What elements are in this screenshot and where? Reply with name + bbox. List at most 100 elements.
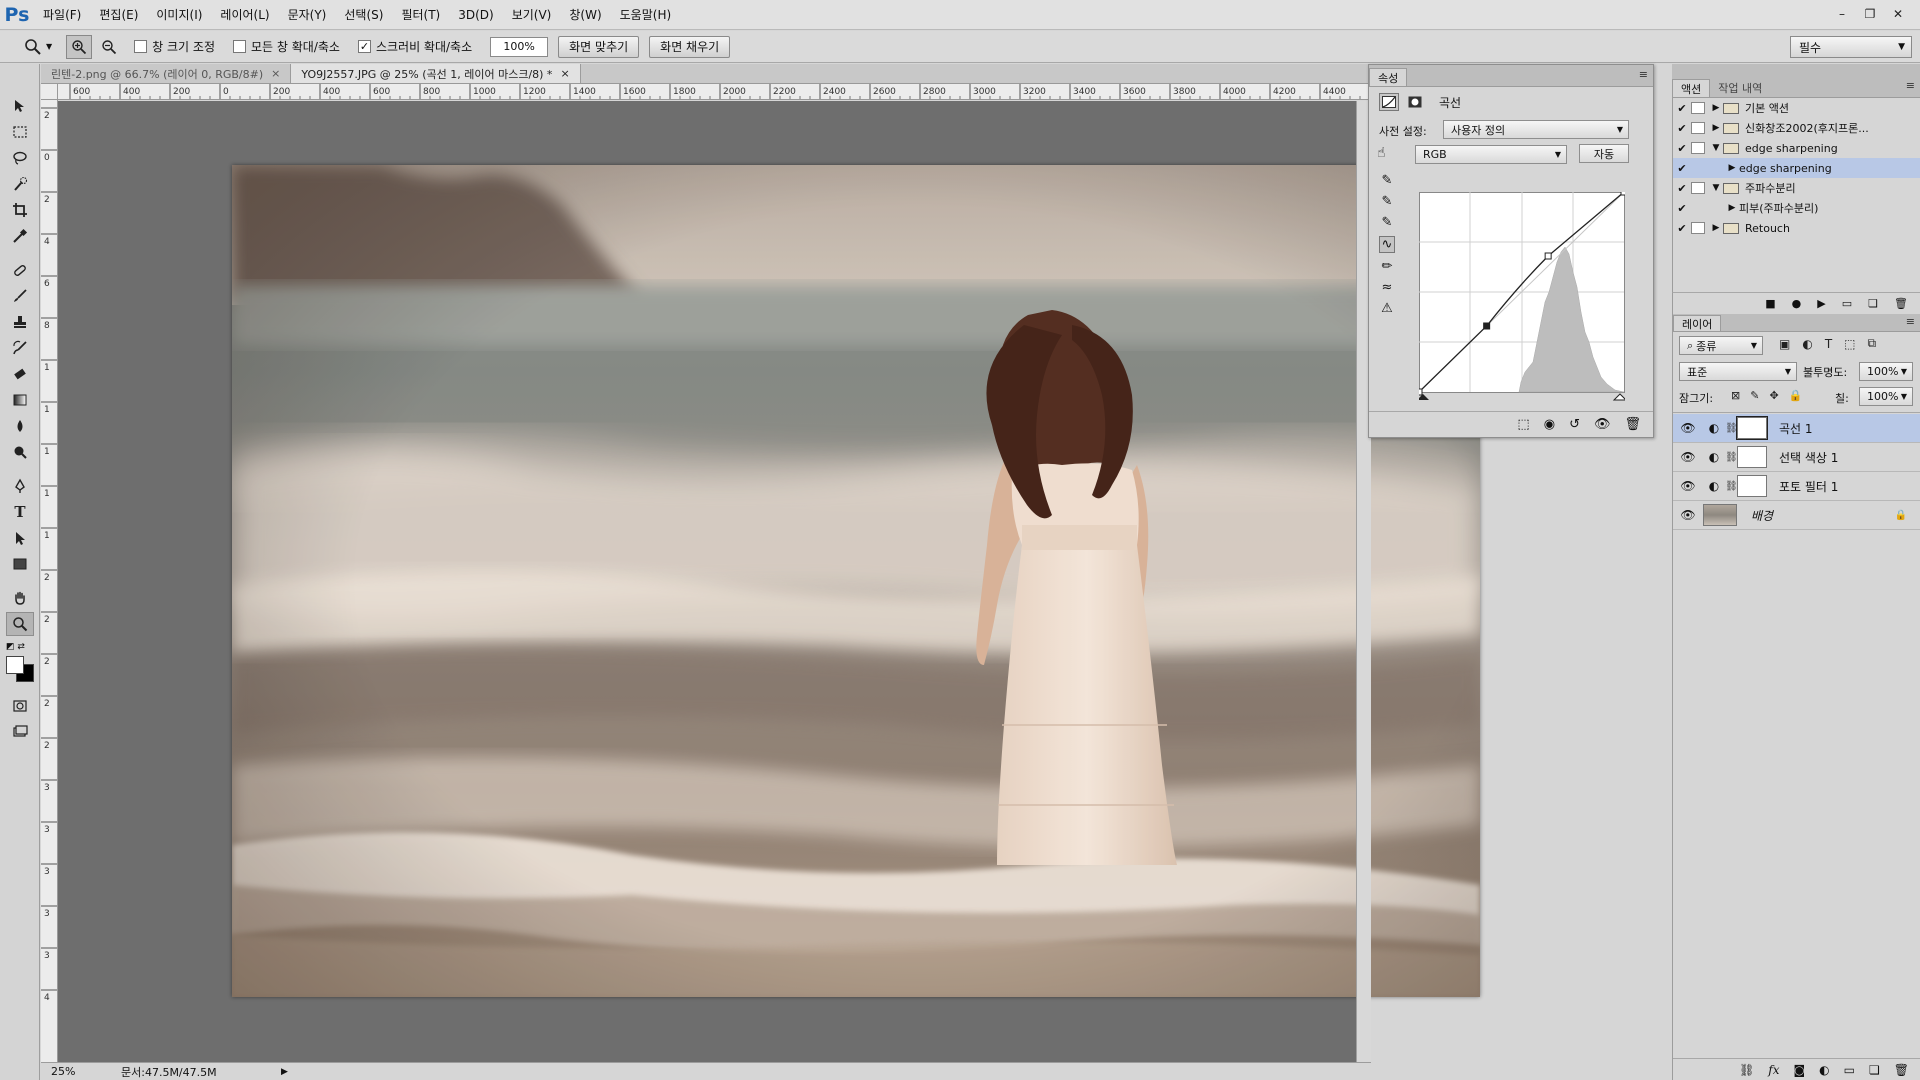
history-brush-tool-icon[interactable] [6, 336, 34, 360]
document-tab-2[interactable]: YO9J2557.JPG @ 25% (곡선 1, 레이어 마스크/8) * × [291, 64, 581, 83]
healing-brush-tool-icon[interactable] [6, 258, 34, 282]
smooth-curve-icon[interactable]: ≈ [1382, 280, 1393, 295]
zoom-out-icon[interactable] [96, 35, 122, 59]
hand-tool-icon[interactable] [6, 586, 34, 610]
status-menu-arrow-icon[interactable]: ▶ [281, 1067, 288, 1077]
collapse-triangle-icon[interactable]: ▼ [1709, 143, 1723, 153]
filter-kind-select[interactable]: ⌕ 종류 ▼ [1679, 336, 1763, 355]
record-icon[interactable]: ● [1792, 297, 1802, 310]
adjustment-layer-icon[interactable]: ◐ [1703, 421, 1725, 435]
adjustment-icon[interactable]: ◐ [1819, 1063, 1829, 1077]
curve-control-point[interactable] [1419, 388, 1423, 396]
zoom-percent-field[interactable]: 100% [490, 36, 549, 57]
action-toggle-checkbox[interactable]: ✔ [1673, 182, 1691, 195]
dodge-tool-icon[interactable] [6, 440, 34, 464]
brush-tool-icon[interactable] [6, 284, 34, 308]
zoom-tool-preset-icon[interactable] [20, 35, 46, 59]
menu-file[interactable]: 파일(F) [34, 0, 90, 30]
zoom-tool-icon[interactable] [6, 612, 34, 636]
preset-select[interactable]: 사용자 정의 ▼ [1443, 120, 1629, 139]
play-icon[interactable]: ▶ [1817, 297, 1825, 310]
layer-row[interactable]: 👁 ◐ ⛓ 선택 색상 1 [1673, 443, 1920, 472]
tab-properties[interactable]: 속성 [1369, 68, 1408, 86]
group-icon[interactable]: ▭ [1844, 1063, 1855, 1077]
menu-view[interactable]: 보기(V) [503, 0, 561, 30]
menu-3d[interactable]: 3D(D) [449, 0, 502, 30]
adjustment-layer-icon[interactable]: ◐ [1703, 479, 1725, 493]
menu-layer[interactable]: 레이어(L) [211, 0, 278, 30]
layer-name[interactable]: 배경 [1751, 507, 1895, 524]
lock-transparency-icon[interactable]: ⊠ [1731, 389, 1740, 402]
tab-layers[interactable]: 레이어 [1673, 315, 1722, 331]
layer-mask-thumbnail[interactable] [1737, 475, 1767, 497]
curve-control-point[interactable] [1544, 252, 1552, 260]
layer-visibility-eye-icon[interactable]: 👁 [1673, 508, 1703, 522]
new-set-icon[interactable]: ▭ [1842, 297, 1852, 310]
reset-icon[interactable]: ↺ [1569, 417, 1580, 432]
zoom-in-icon[interactable] [66, 34, 93, 59]
lasso-tool-icon[interactable] [6, 146, 34, 170]
layer-visibility-eye-icon[interactable]: 👁 [1673, 479, 1703, 493]
pen-tool-icon[interactable] [6, 474, 34, 498]
layer-mask-thumbnail[interactable] [1736, 416, 1768, 440]
expand-triangle-icon[interactable]: ▶ [1709, 103, 1723, 113]
menu-filter[interactable]: 필터(T) [392, 0, 449, 30]
layer-thumbnail[interactable] [1703, 504, 1737, 526]
action-toggle-checkbox[interactable]: ✔ [1673, 122, 1691, 135]
dialog-toggle-box[interactable] [1691, 122, 1705, 134]
action-toggle-checkbox[interactable]: ✔ [1673, 202, 1691, 215]
eyedropper-tool-icon[interactable] [6, 224, 34, 248]
panel-menu-icon[interactable]: ≡ [1906, 79, 1915, 92]
zoom-level-readout[interactable]: 25% [41, 1065, 91, 1078]
path-selection-tool-icon[interactable] [6, 526, 34, 550]
minimize-button[interactable]: – [1830, 3, 1854, 25]
filter-type-icon[interactable]: T [1825, 337, 1832, 351]
action-item[interactable]: ✔ ▶ 신화창조2002(후지프론... [1673, 118, 1920, 138]
new-action-icon[interactable]: ❏ [1868, 297, 1878, 310]
layer-visibility-eye-icon[interactable]: 👁 [1673, 450, 1703, 464]
expand-triangle-icon[interactable]: ▶ [1709, 223, 1723, 233]
quick-mask-icon[interactable] [6, 694, 34, 718]
layer-row[interactable]: 👁 배경 🔒 [1673, 501, 1920, 530]
workspace-select[interactable]: 필수 ▼ [1790, 36, 1912, 58]
panel-menu-icon[interactable]: ≡ [1906, 315, 1915, 328]
scrubby-zoom-checkbox[interactable]: ✓ 스크러비 확대/축소 [357, 38, 472, 55]
layer-visibility-eye-icon[interactable]: 👁 [1673, 421, 1703, 435]
dialog-toggle-box[interactable] [1691, 182, 1705, 194]
checkbox-box[interactable] [233, 40, 246, 53]
fx-icon[interactable]: fx [1768, 1063, 1779, 1077]
close-button[interactable]: ✕ [1886, 3, 1910, 25]
filter-adjustment-icon[interactable]: ◐ [1802, 337, 1812, 351]
target-adjustment-icon[interactable]: ☝ [1377, 145, 1386, 161]
fill-field[interactable]: 100% ▼ [1859, 387, 1913, 406]
draw-curve-icon[interactable]: ✏ [1382, 259, 1393, 274]
layer-name[interactable]: 선택 색상 1 [1779, 449, 1920, 466]
delete-adjustment-icon[interactable]: 🗑 [1624, 417, 1641, 432]
marquee-tool-icon[interactable] [6, 120, 34, 144]
layer-row[interactable]: 👁 ◐ ⛓ 포토 필터 1 [1673, 472, 1920, 501]
stop-icon[interactable]: ■ [1765, 297, 1775, 310]
white-slider[interactable] [1612, 393, 1625, 401]
opacity-field[interactable]: 100% ▼ [1859, 362, 1913, 381]
menu-window[interactable]: 창(W) [560, 0, 610, 30]
lock-all-icon[interactable]: 🔒 [1789, 389, 1803, 402]
checkbox-box-checked[interactable]: ✓ [357, 40, 371, 53]
checkbox-box[interactable] [134, 40, 148, 53]
zoom-all-windows-checkbox[interactable]: 모든 창 확대/축소 [233, 38, 340, 55]
mask-link-icon[interactable]: ⛓ [1725, 452, 1738, 463]
action-item[interactable]: ✔ ▼ 주파수분리 [1673, 178, 1920, 198]
collapse-triangle-icon[interactable]: ▼ [1709, 183, 1723, 193]
link-icon[interactable]: ⛓ [1739, 1063, 1754, 1077]
dialog-toggle-box[interactable] [1691, 222, 1705, 234]
action-item[interactable]: ✔ ▶ 기본 액션 [1673, 98, 1920, 118]
clipping-warning-icon[interactable]: ⚠ [1381, 301, 1393, 316]
view-previous-icon[interactable]: ◉ [1544, 417, 1555, 432]
panel-menu-icon[interactable]: ≡ [1639, 68, 1648, 81]
new-layer-icon[interactable]: ❏ [1869, 1063, 1880, 1077]
filter-smart-object-icon[interactable]: ⧉ [1868, 336, 1877, 351]
black-point-eyedropper-icon[interactable]: ✎ [1382, 173, 1393, 188]
action-toggle-checkbox[interactable]: ✔ [1673, 142, 1691, 155]
action-toggle-checkbox[interactable]: ✔ [1673, 222, 1691, 235]
tab-actions[interactable]: 액션 [1672, 79, 1711, 97]
menu-edit[interactable]: 편집(E) [90, 0, 147, 30]
